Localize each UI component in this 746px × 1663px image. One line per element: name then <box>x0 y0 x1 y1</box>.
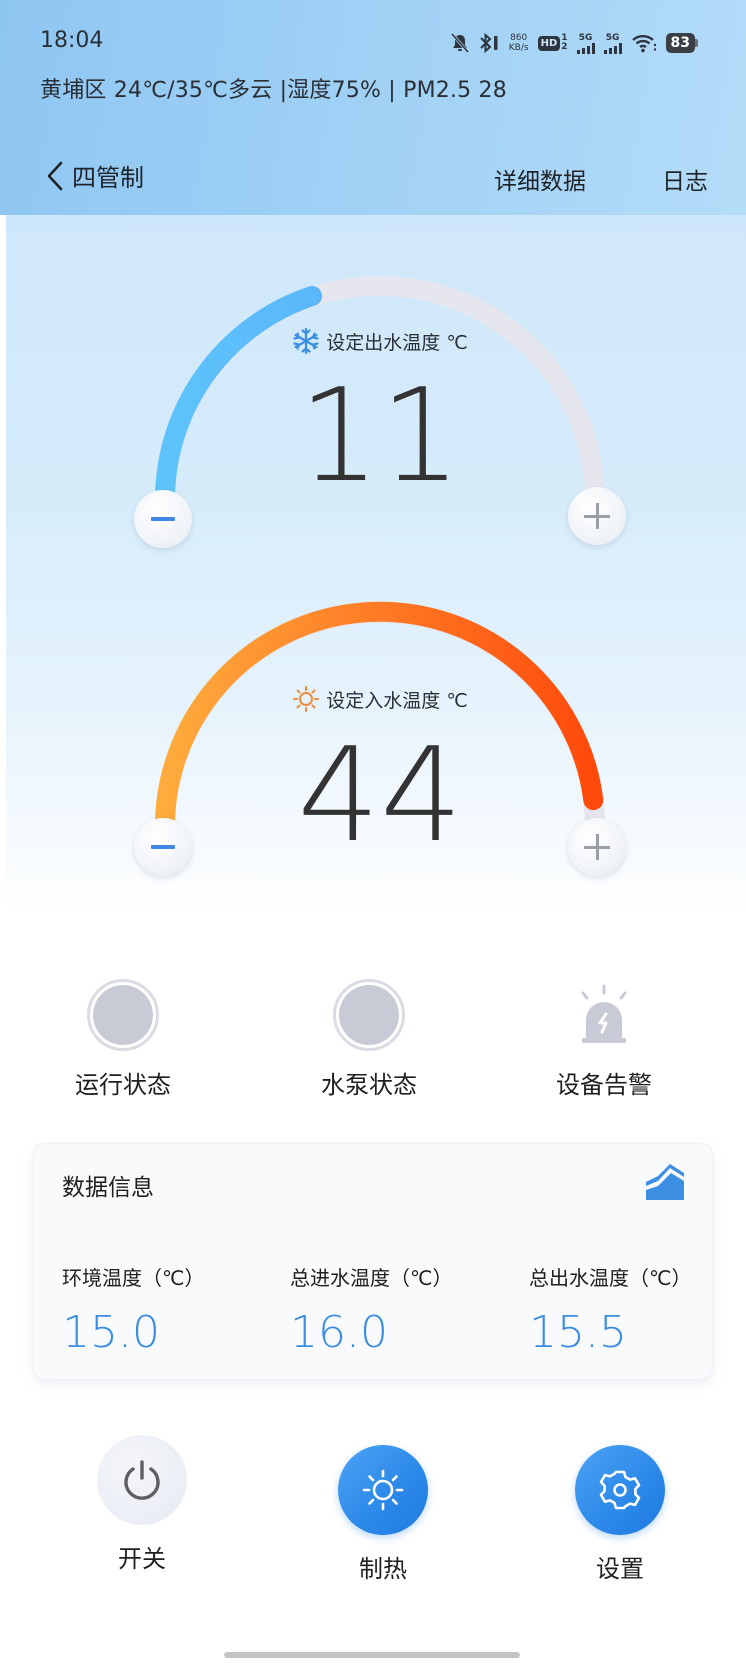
data-info-card: 数据信息 环境温度（℃） 15.0 总进水温度（℃） 16.0 总出水温度（℃）… <box>33 1143 713 1380</box>
chevron-left-icon <box>47 161 63 190</box>
device-alarm[interactable]: 设备告警 <box>504 975 704 1100</box>
inlet-temp-label-row: 设定入水温度 ℃ <box>120 685 640 713</box>
power-icon <box>124 1460 160 1500</box>
hd-icon: HD 12 <box>537 34 568 52</box>
battery-level: 83 <box>665 33 695 53</box>
wifi-icon <box>631 33 657 53</box>
minus-icon <box>151 517 175 521</box>
sun-icon <box>293 686 320 712</box>
heating-mode-button[interactable]: 制热 <box>303 1445 463 1584</box>
outlet-temp-value: 11 <box>298 362 462 511</box>
status-row: 运行状态 水泵状态 设备告警 <box>0 975 746 1099</box>
action-bar: 开关 制热 设置 <box>0 1435 746 1595</box>
metric-label: 环境温度（℃） <box>62 1266 205 1290</box>
net-speed-value: 860 <box>510 33 528 43</box>
alarm-siren-icon <box>581 984 627 1043</box>
mute-bell-icon <box>450 33 469 53</box>
page-title: 四管制 <box>72 164 144 192</box>
signal-5g-icon: 5G <box>603 32 622 54</box>
gear-icon <box>599 1470 641 1510</box>
device-alarm-label: 设备告警 <box>556 1071 652 1099</box>
pump-status-label: 水泵状态 <box>321 1071 417 1099</box>
minus-icon <box>151 845 175 849</box>
inlet-temp-gauge: 设定入水温度 ℃ 44 <box>120 582 640 902</box>
plus-icon <box>584 503 610 529</box>
sun-icon <box>362 1469 404 1511</box>
metric-value: 16.0 <box>290 1307 388 1358</box>
hd-label: HD <box>537 35 561 51</box>
data-info-title: 数据信息 <box>62 1175 154 1201</box>
metric-label: 总进水温度（℃） <box>290 1266 453 1290</box>
metric-total-inlet-temp: 总进水温度（℃） 16.0 <box>290 1262 452 1358</box>
log-link[interactable]: 日志 <box>662 162 708 196</box>
status-dot-icon <box>87 979 159 1051</box>
status-dot-icon <box>333 979 405 1051</box>
battery-icon: 83 <box>665 33 698 53</box>
signal-5g-icon: 5G <box>576 32 595 54</box>
metric-value: 15.0 <box>62 1307 160 1358</box>
home-indicator[interactable] <box>224 1652 520 1658</box>
net-speed-unit: KB/s <box>508 43 529 53</box>
outlet-temp-increase-button[interactable] <box>568 487 626 545</box>
app-header: 18:04 860 KB/s HD 12 5G 5G 83 黄埔区 24℃/35… <box>0 0 746 215</box>
weather-info: 黄埔区 24℃/35℃多云 |湿度75% | PM2.5 28 <box>40 78 507 103</box>
net-speed: 860 KB/s <box>509 33 529 53</box>
metric-ambient-temp: 环境温度（℃） 15.0 <box>62 1262 204 1358</box>
metric-label: 总出水温度（℃） <box>529 1266 692 1290</box>
outlet-temp-label-row: 设定出水温度 ℃ <box>120 327 640 355</box>
status-icons: 860 KB/s HD 12 5G 5G 83 <box>450 30 698 56</box>
run-status[interactable]: 运行状态 <box>23 975 223 1100</box>
power-label: 开关 <box>118 1545 166 1573</box>
status-bar: 18:04 860 KB/s HD 12 5G 5G 83 <box>0 0 746 80</box>
inlet-temp-label: 设定入水温度 ℃ <box>326 689 468 712</box>
area-chart-icon[interactable] <box>644 1160 694 1202</box>
heating-mode-label: 制热 <box>359 1555 407 1583</box>
detail-data-link[interactable]: 详细数据 <box>494 162 586 196</box>
sim1-label: 5G <box>578 32 593 43</box>
settings-button[interactable]: 设置 <box>540 1445 700 1584</box>
outlet-temp-label: 设定出水温度 ℃ <box>326 331 468 354</box>
inlet-temp-value: 44 <box>297 719 463 871</box>
snowflake-icon <box>293 327 319 355</box>
pump-status[interactable]: 水泵状态 <box>269 975 469 1100</box>
metric-total-outlet-temp: 总出水温度（℃） 15.5 <box>529 1262 691 1358</box>
inlet-temp-decrease-button[interactable] <box>134 818 192 876</box>
sim2-label: 5G <box>605 32 620 43</box>
status-time: 18:04 <box>40 28 104 53</box>
metric-value: 15.5 <box>529 1307 627 1358</box>
back-button[interactable]: 四管制 <box>44 158 144 193</box>
hd-sub-bottom: 2 <box>561 42 568 52</box>
power-button[interactable]: 开关 <box>62 1435 222 1574</box>
nav-bar: 四管制 详细数据 日志 <box>0 150 746 204</box>
inlet-temp-increase-button[interactable] <box>568 818 626 876</box>
plus-icon <box>584 834 610 860</box>
outlet-temp-gauge: 设定出水温度 ℃ 11 <box>120 255 640 575</box>
run-status-label: 运行状态 <box>75 1071 171 1099</box>
outlet-temp-decrease-button[interactable] <box>134 490 192 548</box>
bluetooth-icon <box>478 33 500 53</box>
settings-label: 设置 <box>596 1555 644 1583</box>
